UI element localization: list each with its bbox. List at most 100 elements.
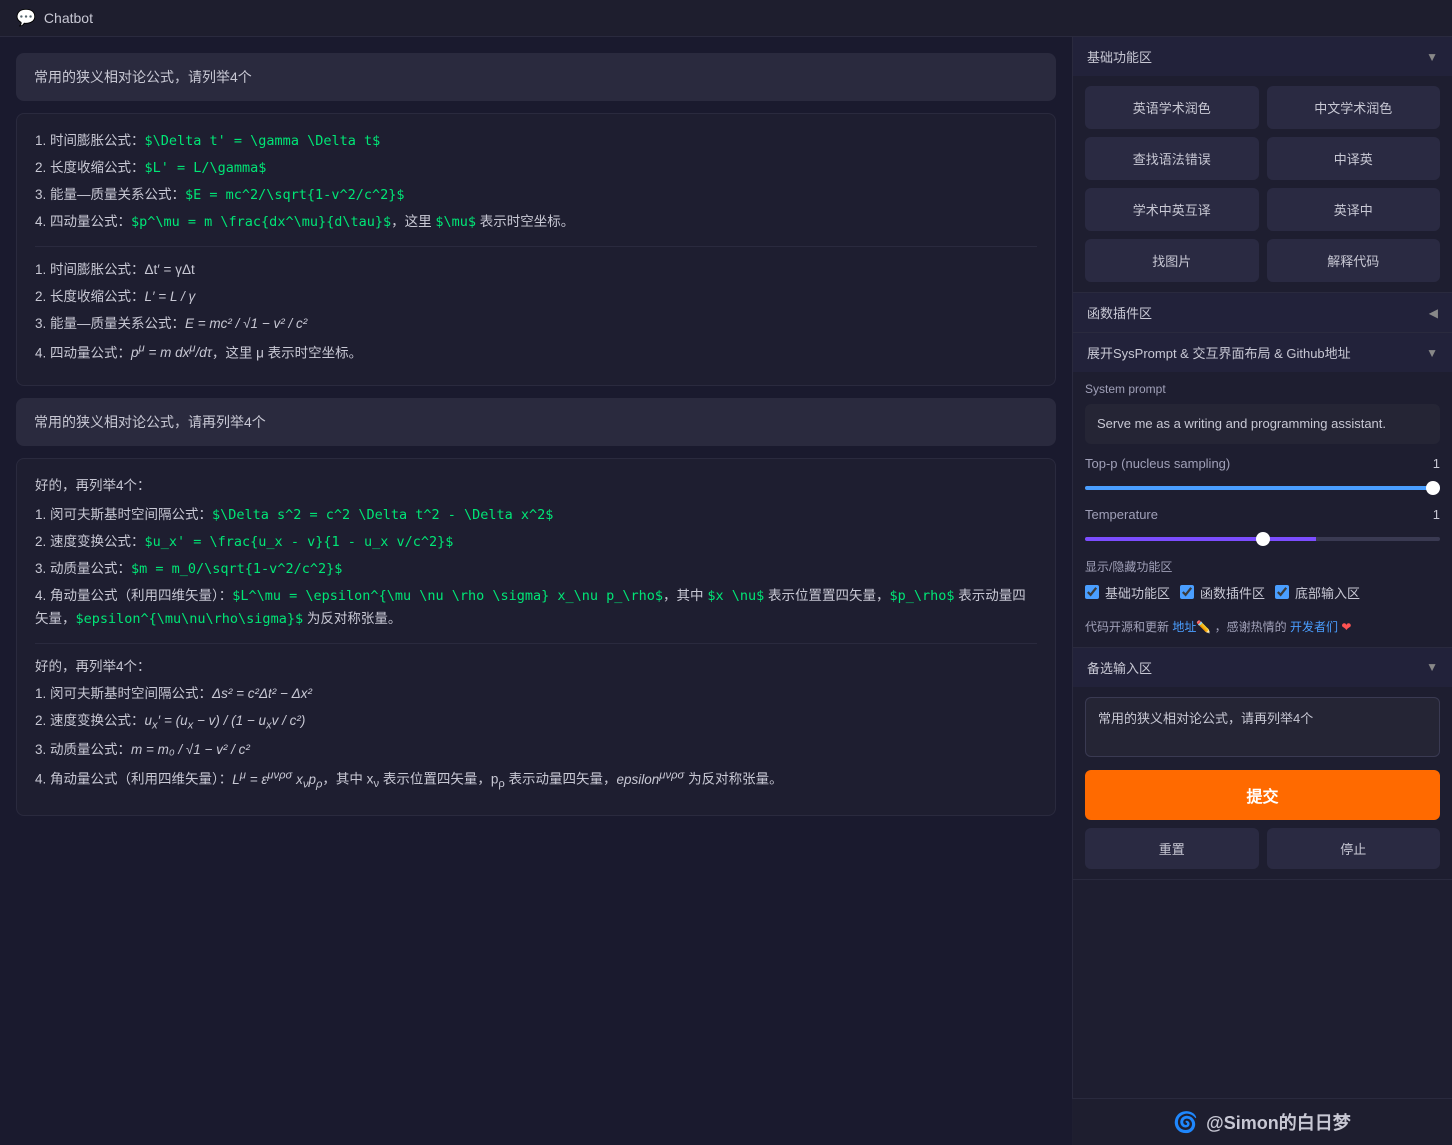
latex-r2-7: $epsilon^{\mu\nu\rho\sigma}$	[76, 611, 304, 627]
latex-1: $\Delta t' = \gamma \Delta t$	[145, 133, 381, 149]
checkbox-basic-label: 基础功能区	[1105, 583, 1170, 602]
checkbox-plugin[interactable]: 函数插件区	[1180, 583, 1265, 602]
rendered-r2-intro: 好的，再列举4个：	[35, 656, 1037, 679]
rendered-math-2: 好的，再列举4个： 1. 闵可夫斯基时空间隔公式：Δs² = c²Δt² − Δ…	[35, 643, 1037, 795]
thanks-text: ，感谢热情的	[1215, 620, 1287, 634]
user-message-2-text: 常用的狭义相对论公式，请再列举4个	[34, 414, 266, 430]
checkbox-plugin-input[interactable]	[1180, 585, 1194, 599]
top-p-slider[interactable]	[1085, 486, 1440, 490]
rendered-1: 1. 时间膨胀公式：Δt′ = γΔt	[35, 259, 1037, 282]
app-title: Chatbot	[44, 10, 93, 26]
ai-response-1: 1. 时间膨胀公式：$\Delta t' = \gamma \Delta t$ …	[16, 113, 1056, 386]
ai-r1-l3: 3. 能量—质量关系公式：$E = mc^2/\sqrt{1-v^2/c^2}$	[35, 184, 1037, 207]
weibo-icon: 🌀	[1173, 1110, 1198, 1135]
sysprompt-section-header[interactable]: 展开SysPrompt & 交互界面布局 & Github地址 ▼	[1073, 333, 1452, 372]
watermark-text: @Simon的白日梦	[1206, 1109, 1351, 1135]
backup-input-area: 常用的狭义相对论公式，请再列举4个 提交 重置 停止	[1073, 687, 1452, 879]
user-message-2: 常用的狭义相对论公式，请再列举4个	[16, 398, 1056, 446]
system-prompt-box: Serve me as a writing and programming as…	[1085, 404, 1440, 444]
ai-r2-l1: 1. 闵可夫斯基时空间隔公式：$\Delta s^2 = c^2 \Delta …	[35, 504, 1037, 527]
ai-r1-l1: 1. 时间膨胀公式：$\Delta t' = \gamma \Delta t$	[35, 130, 1037, 153]
reset-button[interactable]: 重置	[1085, 828, 1259, 869]
btn-en-to-zh[interactable]: 英译中	[1267, 188, 1441, 231]
stop-button[interactable]: 停止	[1267, 828, 1441, 869]
latex-r2-1: $\Delta s^2 = c^2 \Delta t^2 - \Delta x^…	[212, 507, 553, 523]
checkbox-bottom[interactable]: 底部输入区	[1275, 583, 1360, 602]
top-p-container: Top-p (nucleus sampling) 1	[1085, 456, 1440, 493]
checkbox-group: 基础功能区 函数插件区 底部输入区	[1085, 583, 1440, 602]
latex-r2-6: $p_\rho$	[889, 588, 954, 604]
rendered-r2-1: 1. 闵可夫斯基时空间隔公式：Δs² = c²Δt² − Δx²	[35, 683, 1037, 706]
top-p-value: 1	[1433, 456, 1440, 471]
plugin-section: 函数插件区 ◀	[1073, 293, 1452, 333]
btn-grammar-check[interactable]: 查找语法错误	[1085, 137, 1259, 180]
latex-r2-2: $u_x' = \frac{u_x - v}{1 - u_x v/c^2}$	[145, 534, 454, 550]
basic-section-header[interactable]: 基础功能区 ▼	[1073, 37, 1452, 76]
checkbox-basic[interactable]: 基础功能区	[1085, 583, 1170, 602]
backup-textarea[interactable]: 常用的狭义相对论公式，请再列举4个	[1085, 697, 1440, 757]
submit-button[interactable]: 提交	[1085, 770, 1440, 820]
chat-area: 常用的狭义相对论公式，请列举4个 1. 时间膨胀公式：$\Delta t' = …	[0, 37, 1072, 1145]
basic-section: 基础功能区 ▼ 英语学术润色 中文学术润色 查找语法错误 中译英 学术中英互译 …	[1073, 37, 1452, 293]
basic-chevron-icon: ▼	[1426, 50, 1438, 64]
header: 💬 Chatbot	[0, 0, 1452, 37]
system-prompt-label: System prompt	[1085, 382, 1440, 396]
checkbox-plugin-label: 函数插件区	[1200, 583, 1265, 602]
ai-response-2: 好的，再列举4个： 1. 闵可夫斯基时空间隔公式：$\Delta s^2 = c…	[16, 458, 1056, 816]
plugin-section-header[interactable]: 函数插件区 ◀	[1073, 293, 1452, 332]
checkbox-basic-input[interactable]	[1085, 585, 1099, 599]
temperature-label-text: Temperature	[1085, 507, 1158, 522]
user-message-1: 常用的狭义相对论公式，请列举4个	[16, 53, 1056, 101]
backup-chevron-icon: ▼	[1426, 660, 1438, 674]
basic-btn-grid: 英语学术润色 中文学术润色 查找语法错误 中译英 学术中英互译 英译中 找图片 …	[1085, 86, 1440, 282]
rendered-3: 3. 能量—质量关系公式：E = mc² / √1 − v² / c²	[35, 313, 1037, 336]
heart-icon: ❤	[1341, 620, 1351, 634]
ai-r1-l2: 2. 长度收缩公式：$L' = L/\gamma$	[35, 157, 1037, 180]
backup-section-header[interactable]: 备选输入区 ▼	[1073, 648, 1452, 687]
user-message-1-text: 常用的狭义相对论公式，请列举4个	[34, 69, 252, 85]
main-layout: 常用的狭义相对论公式，请列举4个 1. 时间膨胀公式：$\Delta t' = …	[0, 37, 1452, 1145]
temperature-slider[interactable]	[1085, 537, 1440, 541]
watermark: 🌀 @Simon的白日梦	[1072, 1098, 1452, 1145]
sysprompt-section-title: 展开SysPrompt & 交互界面布局 & Github地址	[1087, 343, 1351, 362]
github-link[interactable]: 地址	[1172, 620, 1196, 634]
sysprompt-section: 展开SysPrompt & 交互界面布局 & Github地址 ▼ System…	[1073, 333, 1452, 648]
rendered-r2-2: 2. 速度变换公式：ux′ = (ux − v) / (1 − uxv / c²…	[35, 710, 1037, 736]
latex-r2-3: $m = m_0/\sqrt{1-v^2/c^2}$	[131, 561, 342, 577]
ai-r2-intro: 好的，再列举4个：	[35, 475, 1037, 498]
ai-r2-l4: 4. 角动量公式（利用四维矢量）：$L^\mu = \epsilon^{\mu …	[35, 585, 1037, 631]
checkbox-bottom-label: 底部输入区	[1295, 583, 1360, 602]
plugin-chevron-icon: ◀	[1429, 306, 1438, 320]
ai-r2-l3: 3. 动质量公式：$m = m_0/\sqrt{1-v^2/c^2}$	[35, 558, 1037, 581]
basic-section-title: 基础功能区	[1087, 47, 1152, 66]
ai-r1-l4: 4. 四动量公式：$p^\mu = m \frac{dx^\mu}{d\tau}…	[35, 211, 1037, 234]
latex-r2-5: $x \nu$	[707, 588, 764, 604]
latex-3: $E = mc^2/\sqrt{1-v^2/c^2}$	[185, 187, 404, 203]
link-area: 代码开源和更新 地址✏️ ，感谢热情的 开发者们 ❤	[1085, 610, 1440, 637]
bottom-btns: 重置 停止	[1085, 828, 1440, 869]
developers-link[interactable]: 开发者们	[1290, 620, 1338, 634]
rendered-r2-4: 4. 角动量公式（利用四维矢量）：Lμ = εμνρσ xνpρ，其中 xν 表…	[35, 766, 1037, 794]
sidebar: 基础功能区 ▼ 英语学术润色 中文学术润色 查找语法错误 中译英 学术中英互译 …	[1072, 37, 1452, 1145]
rendered-4: 4. 四动量公式：pμ = m dxμ/dτ，这里 μ 表示时空坐标。	[35, 340, 1037, 365]
checkbox-bottom-input[interactable]	[1275, 585, 1289, 599]
btn-explain-code[interactable]: 解释代码	[1267, 239, 1441, 282]
btn-find-image[interactable]: 找图片	[1085, 239, 1259, 282]
temperature-label: Temperature 1	[1085, 507, 1440, 522]
link-prefix: 代码开源和更新	[1085, 620, 1169, 634]
chat-icon: 💬	[16, 8, 36, 28]
btn-zh-academic[interactable]: 中文学术润色	[1267, 86, 1441, 129]
backup-section: 备选输入区 ▼ 常用的狭义相对论公式，请再列举4个 提交 重置 停止	[1073, 648, 1452, 880]
btn-zh-to-en[interactable]: 中译英	[1267, 137, 1441, 180]
ai-r2-l2: 2. 速度变换公式：$u_x' = \frac{u_x - v}{1 - u_x…	[35, 531, 1037, 554]
latex-r2-4: $L^\mu = \epsilon^{\mu \nu \rho \sigma} …	[232, 588, 663, 604]
btn-en-academic[interactable]: 英语学术润色	[1085, 86, 1259, 129]
latex-4: $p^\mu = m \frac{dx^\mu}{d\tau}$	[131, 214, 391, 230]
temperature-container: Temperature 1	[1085, 507, 1440, 544]
plugin-section-title: 函数插件区	[1087, 303, 1152, 322]
latex-2: $L' = L/\gamma$	[145, 160, 267, 176]
btn-academic-mutual[interactable]: 学术中英互译	[1085, 188, 1259, 231]
latex-5: $\mu$	[435, 214, 476, 230]
top-p-label: Top-p (nucleus sampling) 1	[1085, 456, 1440, 471]
basic-section-content: 英语学术润色 中文学术润色 查找语法错误 中译英 学术中英互译 英译中 找图片 …	[1073, 76, 1452, 292]
